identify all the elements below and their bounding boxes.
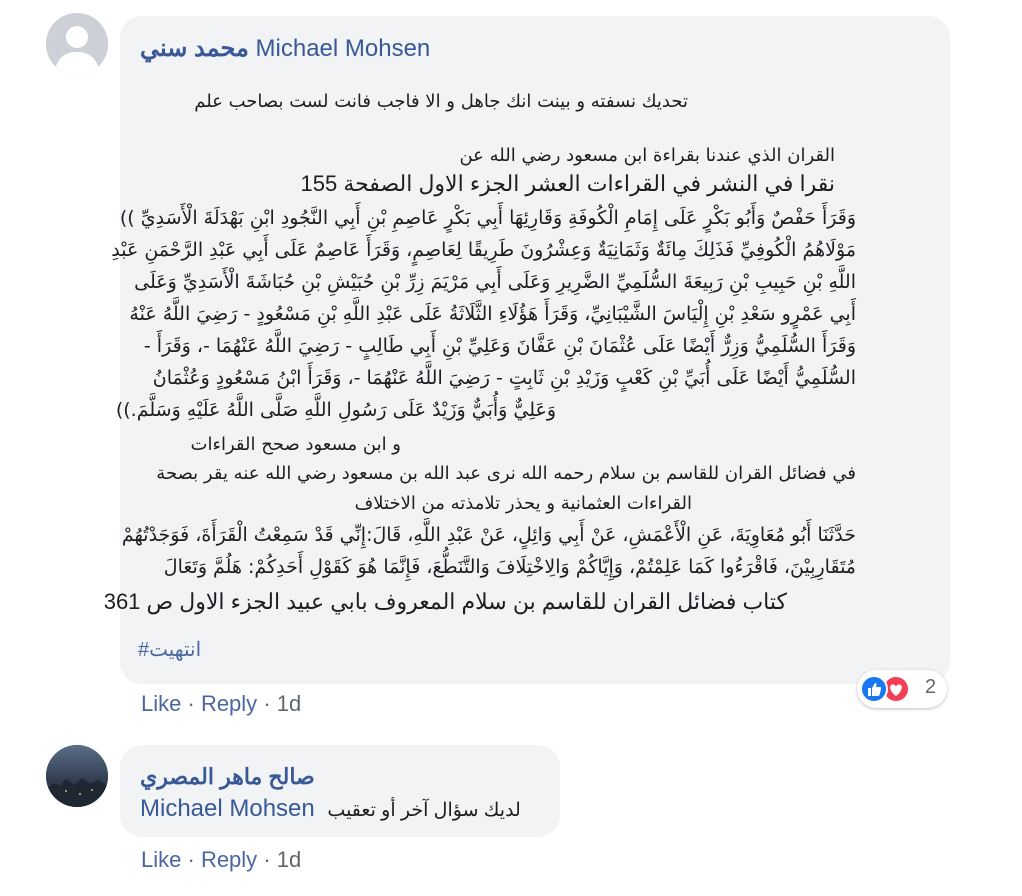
reply-body: Michael Mohsen لديك سؤال آخر أو تعقيب xyxy=(140,795,521,825)
comment-timestamp[interactable]: 1d xyxy=(277,691,301,716)
comment-line-quote-3: اللَّهِ بْنِ حَبِيبِ بْنِ رَبِيعَةَ السُ… xyxy=(134,271,856,293)
comment-line-quote-7: وَعَلِيٌّ وَأُبَيٌّ وَزَيْدٌ عَلَى رَسُو… xyxy=(115,399,556,421)
comment-line-challenge: تحديك نسفته و بينت انك جاهل و الا فاجب ف… xyxy=(194,91,688,112)
like-reaction-icon xyxy=(860,675,888,703)
comment-line-quote-6: السُّلَمِيُّ أَيْضًا عَلَى أُبَيِّ بْنِ … xyxy=(152,367,856,389)
comment-line-fadail: في فضائل القران للقاسم بن سلام رحمه الله… xyxy=(156,463,856,484)
author-mention[interactable]: Michael Mohsen xyxy=(256,35,431,62)
comment-line-quote-4: أَبِي عَمْرٍو سَعْدِ بْنِ إِلْيَاسَ الشَ… xyxy=(129,303,856,325)
action-separator: · xyxy=(263,847,271,872)
comment-actions: Like · Reply · 1d xyxy=(141,691,301,717)
reply-like-link[interactable]: Like xyxy=(141,847,181,872)
comment-line-quote-1: وَقَرَأَ حَفْصٌ وَأَبُو بَكْرٍ عَلَى إِم… xyxy=(119,207,856,229)
comment-line-book-ref: كتاب فضائل القران للقاسم بن سلام المعروف… xyxy=(103,589,787,614)
author-name-arabic[interactable]: محمد سني xyxy=(140,35,249,62)
comment-line-source: نقرا في النشر في القراءات العشر الجزء ال… xyxy=(300,171,835,196)
like-link[interactable]: Like xyxy=(141,691,181,716)
reply-avatar[interactable] xyxy=(46,745,108,807)
comment-line-uthmani: القراءات العثمانية و يحذر تلامذته من الا… xyxy=(354,493,692,514)
default-avatar-icon xyxy=(46,13,108,75)
reply-actions: Like · Reply · 1d xyxy=(141,847,301,873)
action-separator: · xyxy=(263,691,271,716)
reaction-count: 2 xyxy=(925,676,937,698)
reply-link[interactable]: Reply xyxy=(201,691,257,716)
comment-author[interactable]: محمد سني Michael Mohsen xyxy=(140,35,430,63)
action-separator: · xyxy=(187,847,195,872)
comment-line-hadith-1: حَدَّثَنَا أَبُو مُعَاوِيَةَ، عَنِ الْأَ… xyxy=(121,524,856,546)
reply-text: لديك سؤال آخر أو تعقيب xyxy=(327,800,521,821)
reply-timestamp[interactable]: 1d xyxy=(277,847,301,872)
commenter-avatar[interactable] xyxy=(46,13,108,75)
profile-photo-icon xyxy=(46,745,108,807)
reactions-summary[interactable]: 2 xyxy=(857,670,947,708)
comment-line-ibn-masud: و ابن مسعود صحح القراءات xyxy=(190,434,401,455)
comment-line-hadith-2: مُتَقَارِبِيْنَ، فَاقْرَءُوا كَمَا عَلِم… xyxy=(163,556,856,578)
hashtag-link[interactable]: #انتهيت xyxy=(138,637,201,663)
reply-mention-link[interactable]: Michael Mohsen xyxy=(140,795,315,822)
reply-reply-link[interactable]: Reply xyxy=(201,847,257,872)
comment-line-quote-5: وَقَرَأَ السُّلَمِيُّ وَزِرٌّ أَيْضًا عَ… xyxy=(143,335,856,357)
action-separator: · xyxy=(187,691,195,716)
comment-line-quote-2: مَوْلَاهُمُ الْكُوفِيِّ فَذَلِكَ مِائَةٌ… xyxy=(111,239,856,261)
reply-author[interactable]: صالح ماهر المصري xyxy=(140,763,315,791)
comment-line-quran-intro: القران الذي عندنا بقراءة ابن مسعود رضي ا… xyxy=(459,145,835,166)
